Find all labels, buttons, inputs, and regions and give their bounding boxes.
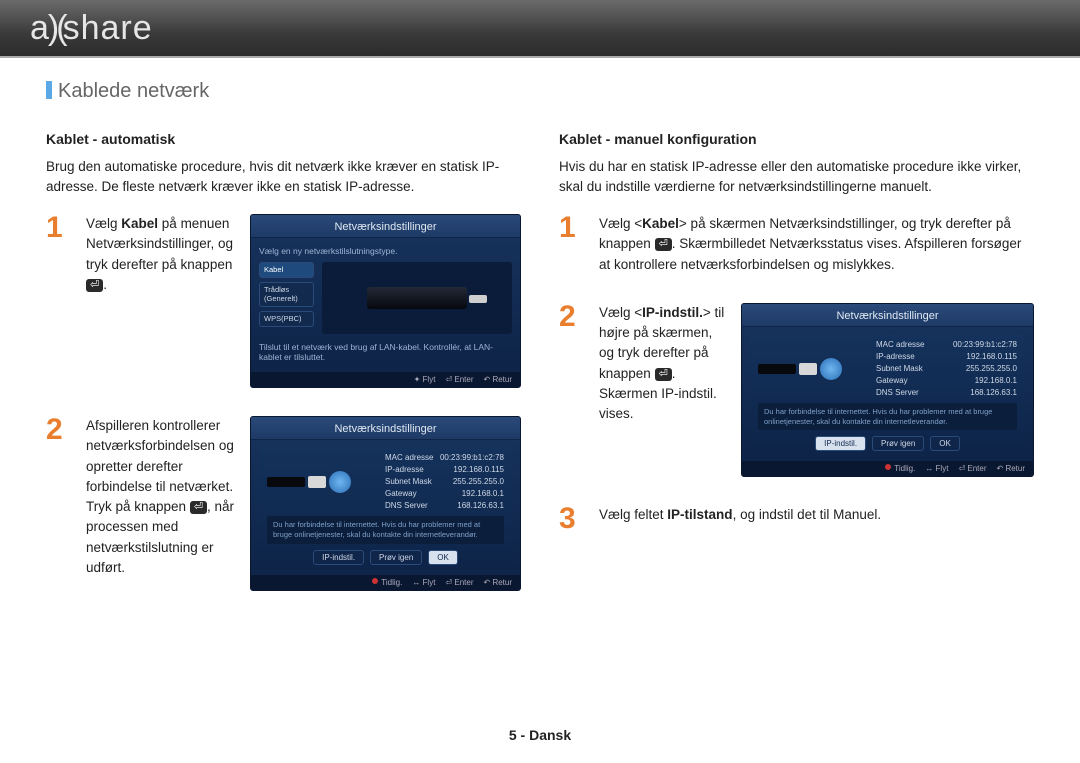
right-subhead: Kablet - manuel konfiguration	[559, 131, 1034, 147]
left-subhead: Kablet - automatisk	[46, 131, 521, 147]
left-step-1: 1 Vælg Kabel på menuen Netværksindstilli…	[46, 214, 521, 388]
shot-title: Netværksindstillinger	[251, 215, 520, 238]
globe-icon	[329, 471, 351, 493]
title-accent-bar	[46, 81, 52, 99]
button-row: IP-indstil. Prøv igen OK	[758, 436, 1017, 451]
network-info-panel: MAC adresse00:23:99:b1:c2:78 IP-adresse1…	[750, 333, 1025, 458]
footer-tidlig: Tidlig.	[372, 578, 402, 587]
footer-retur: ↶ Retur	[997, 464, 1026, 473]
network-info-panel: MAC adresse00:23:99:b1:c2:78 IP-adresse1…	[259, 446, 512, 571]
status-message: Du har forbindelse til internettet. Hvis…	[267, 516, 504, 544]
network-type-list: Kabel Trådløs (Generelt) WPS(PBC)	[259, 262, 314, 334]
footer-tidlig: Tidlig.	[885, 464, 915, 473]
right-step-1: 1 Vælg <Kabel> på skærmen Netværksindsti…	[559, 214, 1034, 275]
net-item-wireless[interactable]: Trådløs (Generelt)	[259, 282, 314, 307]
router-icon	[799, 363, 817, 375]
step-text: Vælg Kabel på menuen Netværksindstilling…	[86, 214, 236, 388]
cable-icon	[469, 295, 487, 303]
btn-retry[interactable]: Prøv igen	[872, 436, 924, 451]
net-item-kabel[interactable]: Kabel	[259, 262, 314, 278]
footer-enter: ⏎ Enter	[445, 578, 473, 587]
footer-enter: ⏎ Enter	[445, 375, 473, 384]
step-text: Vælg <Kabel> på skærmen Netværksindstill…	[599, 214, 1034, 275]
step-number: 3	[559, 505, 585, 532]
connection-diagram	[758, 339, 868, 399]
network-select-row: Kabel Trådløs (Generelt) WPS(PBC)	[259, 262, 512, 334]
enter-icon: ⏎	[655, 368, 672, 381]
footer-enter: ⏎ Enter	[958, 464, 986, 473]
connection-diagram	[267, 452, 377, 512]
enter-icon: ⏎	[86, 279, 103, 292]
shot-title: Netværksindstillinger	[251, 417, 520, 440]
shot-body: Vælg en ny netværkstilslutningstype. Kab…	[251, 238, 520, 372]
network-values: MAC adresse00:23:99:b1:c2:78 IP-adresse1…	[385, 452, 504, 512]
network-values: MAC adresse00:23:99:b1:c2:78 IP-adresse1…	[876, 339, 1017, 399]
btn-ip-settings[interactable]: IP-indstil.	[815, 436, 866, 451]
globe-icon	[820, 358, 842, 380]
left-intro: Brug den automatiske procedure, hvis dit…	[46, 157, 521, 196]
columns: Kablet - automatisk Brug den automatiske…	[46, 131, 1034, 619]
shot-tip: Tilslut til et netværk ved brug af LAN-k…	[259, 340, 512, 368]
footer-flyt: ↔ Flyt	[925, 464, 948, 473]
column-left: Kablet - automatisk Brug den automatiske…	[46, 131, 521, 619]
section-title-text: Kablede netværk	[58, 80, 209, 102]
screenshot-network-type: Netværksindstillinger Vælg en ny netværk…	[250, 214, 521, 388]
page-footer: 5 - Dansk	[0, 727, 1080, 743]
brand-logo: a)(share	[30, 9, 153, 48]
status-message: Du har forbindelse til internettet. Hvis…	[758, 403, 1017, 431]
btn-ip-settings[interactable]: IP-indstil.	[313, 550, 364, 565]
right-intro: Hvis du har en statisk IP-adresse eller …	[559, 157, 1034, 196]
device-preview	[322, 262, 512, 334]
right-step-3: 3 Vælg feltet IP-tilstand, og indstil de…	[559, 505, 1034, 532]
footer-flyt: ↔ Flyt	[412, 578, 435, 587]
footer-retur: ↶ Retur	[484, 375, 513, 384]
footer-flyt: ✦ Flyt	[414, 375, 436, 384]
shot-body: MAC adresse00:23:99:b1:c2:78 IP-adresse1…	[251, 440, 520, 575]
shot-body: MAC adresse00:23:99:b1:c2:78 IP-adresse1…	[742, 327, 1033, 462]
bluray-icon	[267, 477, 305, 487]
router-icon	[308, 476, 326, 488]
footer-retur: ↶ Retur	[484, 578, 513, 587]
step-number: 1	[46, 214, 72, 388]
shot-footer: ✦ Flyt ⏎ Enter ↶ Retur	[251, 372, 520, 387]
page-content: Kablede netværk Kablet - automatisk Brug…	[0, 58, 1080, 619]
step-text: Vælg <IP-indstil.> til højre på skærmen,…	[599, 303, 727, 478]
enter-icon: ⏎	[655, 238, 672, 251]
column-right: Kablet - manuel konfiguration Hvis du ha…	[559, 131, 1034, 619]
bluray-device-icon	[367, 287, 467, 309]
btn-retry[interactable]: Prøv igen	[370, 550, 422, 565]
step-number: 2	[559, 303, 585, 478]
right-step-2: 2 Vælg <IP-indstil.> til højre på skærme…	[559, 303, 1034, 478]
step-number: 2	[46, 416, 72, 591]
bluray-icon	[758, 364, 796, 374]
shot-footer: Tidlig. ↔ Flyt ⏎ Enter ↶ Retur	[251, 575, 520, 590]
left-step-2: 2 Afspilleren kontrollerer netværksforbi…	[46, 416, 521, 591]
step-number: 1	[559, 214, 585, 275]
btn-ok[interactable]: OK	[428, 550, 458, 565]
shot-footer: Tidlig. ↔ Flyt ⏎ Enter ↶ Retur	[742, 461, 1033, 476]
shot-hint: Vælg en ny netværkstilslutningstype.	[259, 244, 512, 262]
button-row: IP-indstil. Prøv igen OK	[267, 550, 504, 565]
btn-ok[interactable]: OK	[930, 436, 960, 451]
screenshot-network-status-ok: Netværksindstillinger MAC adresse00	[250, 416, 521, 591]
enter-icon: ⏎	[190, 501, 207, 514]
step-text: Afspilleren kontrollerer netværksforbind…	[86, 416, 236, 591]
net-item-wps[interactable]: WPS(PBC)	[259, 311, 314, 327]
header-bar: a)(share	[0, 0, 1080, 58]
screenshot-network-status-ip: Netværksindstillinger MAC adresse00	[741, 303, 1034, 478]
step-text: Vælg feltet IP-tilstand, og indstil det …	[599, 505, 1034, 532]
section-title: Kablede netværk	[46, 80, 1034, 103]
shot-title: Netværksindstillinger	[742, 304, 1033, 327]
